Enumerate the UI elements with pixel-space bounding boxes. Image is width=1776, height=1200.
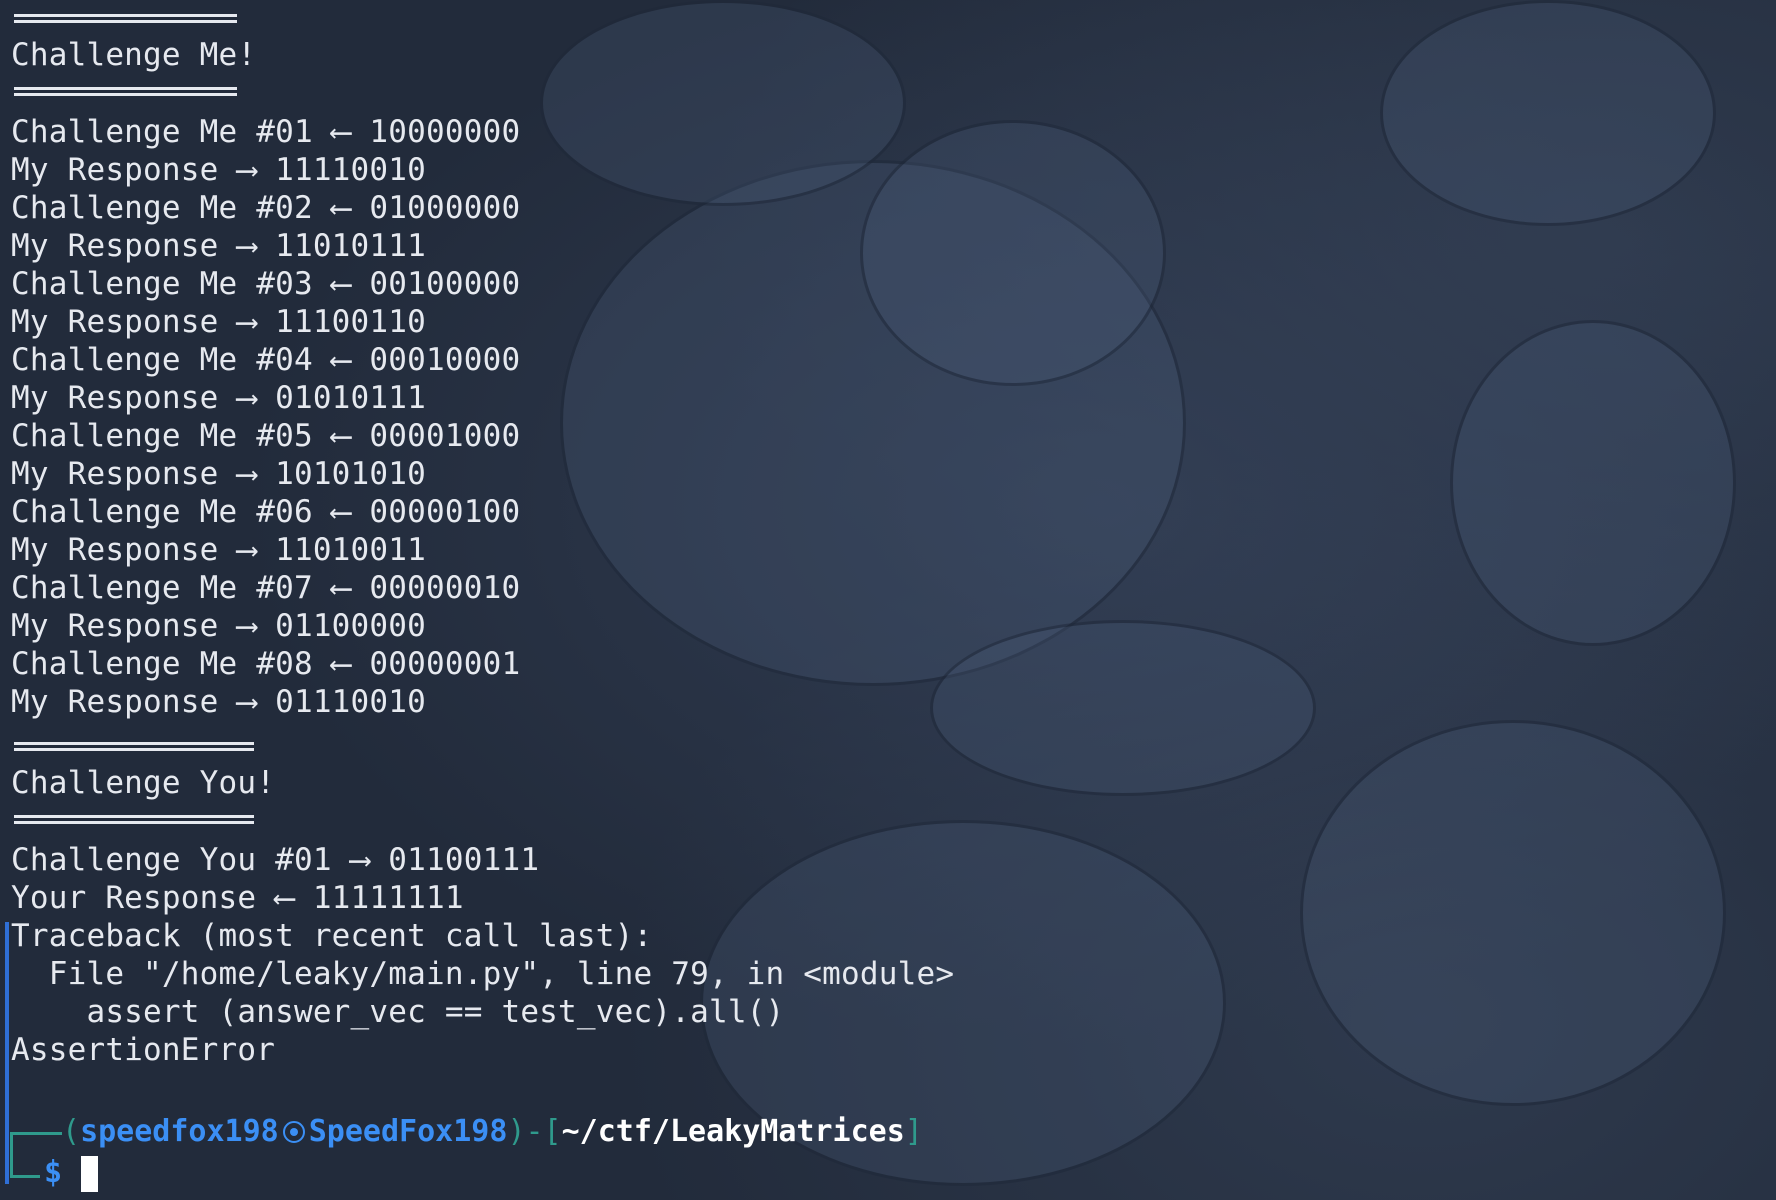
prompt-frame-top — [10, 1132, 62, 1135]
kali-skull-icon — [282, 1121, 305, 1143]
prompt-dollar: $ — [44, 1153, 62, 1193]
challenge-me-line: Challenge Me #03 ⟵ 00100000 — [11, 266, 521, 302]
prompt-frame-bottom — [10, 1175, 40, 1178]
prompt-path: ~/ctf/LeakyMatrices — [561, 1114, 905, 1149]
my-response-line: My Response ⟶ 11010011 — [11, 532, 426, 568]
challenge-me-line: Challenge Me #04 ⟵ 00010000 — [11, 342, 521, 378]
challenge-you-line: Challenge You #01 ⟶ 01100111 — [11, 842, 540, 878]
my-response-line: My Response ⟶ 11100110 — [11, 304, 426, 340]
my-response-line: My Response ⟶ 11010111 — [11, 228, 426, 264]
challenge-me-line: Challenge Me #05 ⟵ 00001000 — [11, 418, 521, 454]
terminal-output[interactable]: Challenge Me! Challenge Me #01 ⟵ 1000000… — [11, 0, 1751, 1200]
traceback-code-line: assert (answer_vec == test_vec).all() — [11, 994, 785, 1030]
challenge-me-line: Challenge Me #01 ⟵ 10000000 — [11, 114, 521, 150]
challenge-me-line: Challenge Me #02 ⟵ 01000000 — [11, 190, 521, 226]
my-response-line: My Response ⟶ 01110010 — [11, 684, 426, 720]
traceback-error: AssertionError — [11, 1032, 276, 1068]
prompt-frame-left — [10, 1132, 13, 1178]
divider — [14, 87, 237, 96]
divider — [14, 14, 237, 23]
my-response-line: My Response ⟶ 01100000 — [11, 608, 426, 644]
prompt-open-paren: ( — [62, 1114, 81, 1149]
divider — [14, 742, 254, 751]
prompt-separator: )-[ — [507, 1114, 562, 1149]
my-response-line: My Response ⟶ 10101010 — [11, 456, 426, 492]
my-response-line: My Response ⟶ 11110010 — [11, 152, 426, 188]
traceback-header: Traceback (most recent call last): — [11, 918, 653, 954]
traceback-file-line: File "/home/leaky/main.py", line 79, in … — [11, 956, 955, 992]
divider — [14, 815, 254, 824]
shell-prompt: (speedfox198 SpeedFox198)-[~/ctf/LeakyMat… — [62, 1112, 923, 1152]
challenge-me-line: Challenge Me #06 ⟵ 00000100 — [11, 494, 521, 530]
my-response-line: My Response ⟶ 01010111 — [11, 380, 426, 416]
section-title-challenge-me: Challenge Me! — [11, 37, 257, 73]
section-title-challenge-you: Challenge You! — [11, 765, 276, 801]
prompt-symbol: $ — [44, 1155, 63, 1190]
traceback-highlight-bar — [5, 922, 9, 1184]
prompt-close-bracket: ] — [904, 1114, 923, 1149]
prompt-user: speedfox198 — [80, 1114, 279, 1149]
terminal-cursor[interactable] — [81, 1156, 98, 1192]
challenge-me-line: Challenge Me #07 ⟵ 00000010 — [11, 570, 521, 606]
challenge-me-line: Challenge Me #08 ⟵ 00000001 — [11, 646, 521, 682]
prompt-host: SpeedFox198 — [308, 1114, 508, 1149]
your-response-line: Your Response ⟵ 11111111 — [11, 880, 464, 916]
